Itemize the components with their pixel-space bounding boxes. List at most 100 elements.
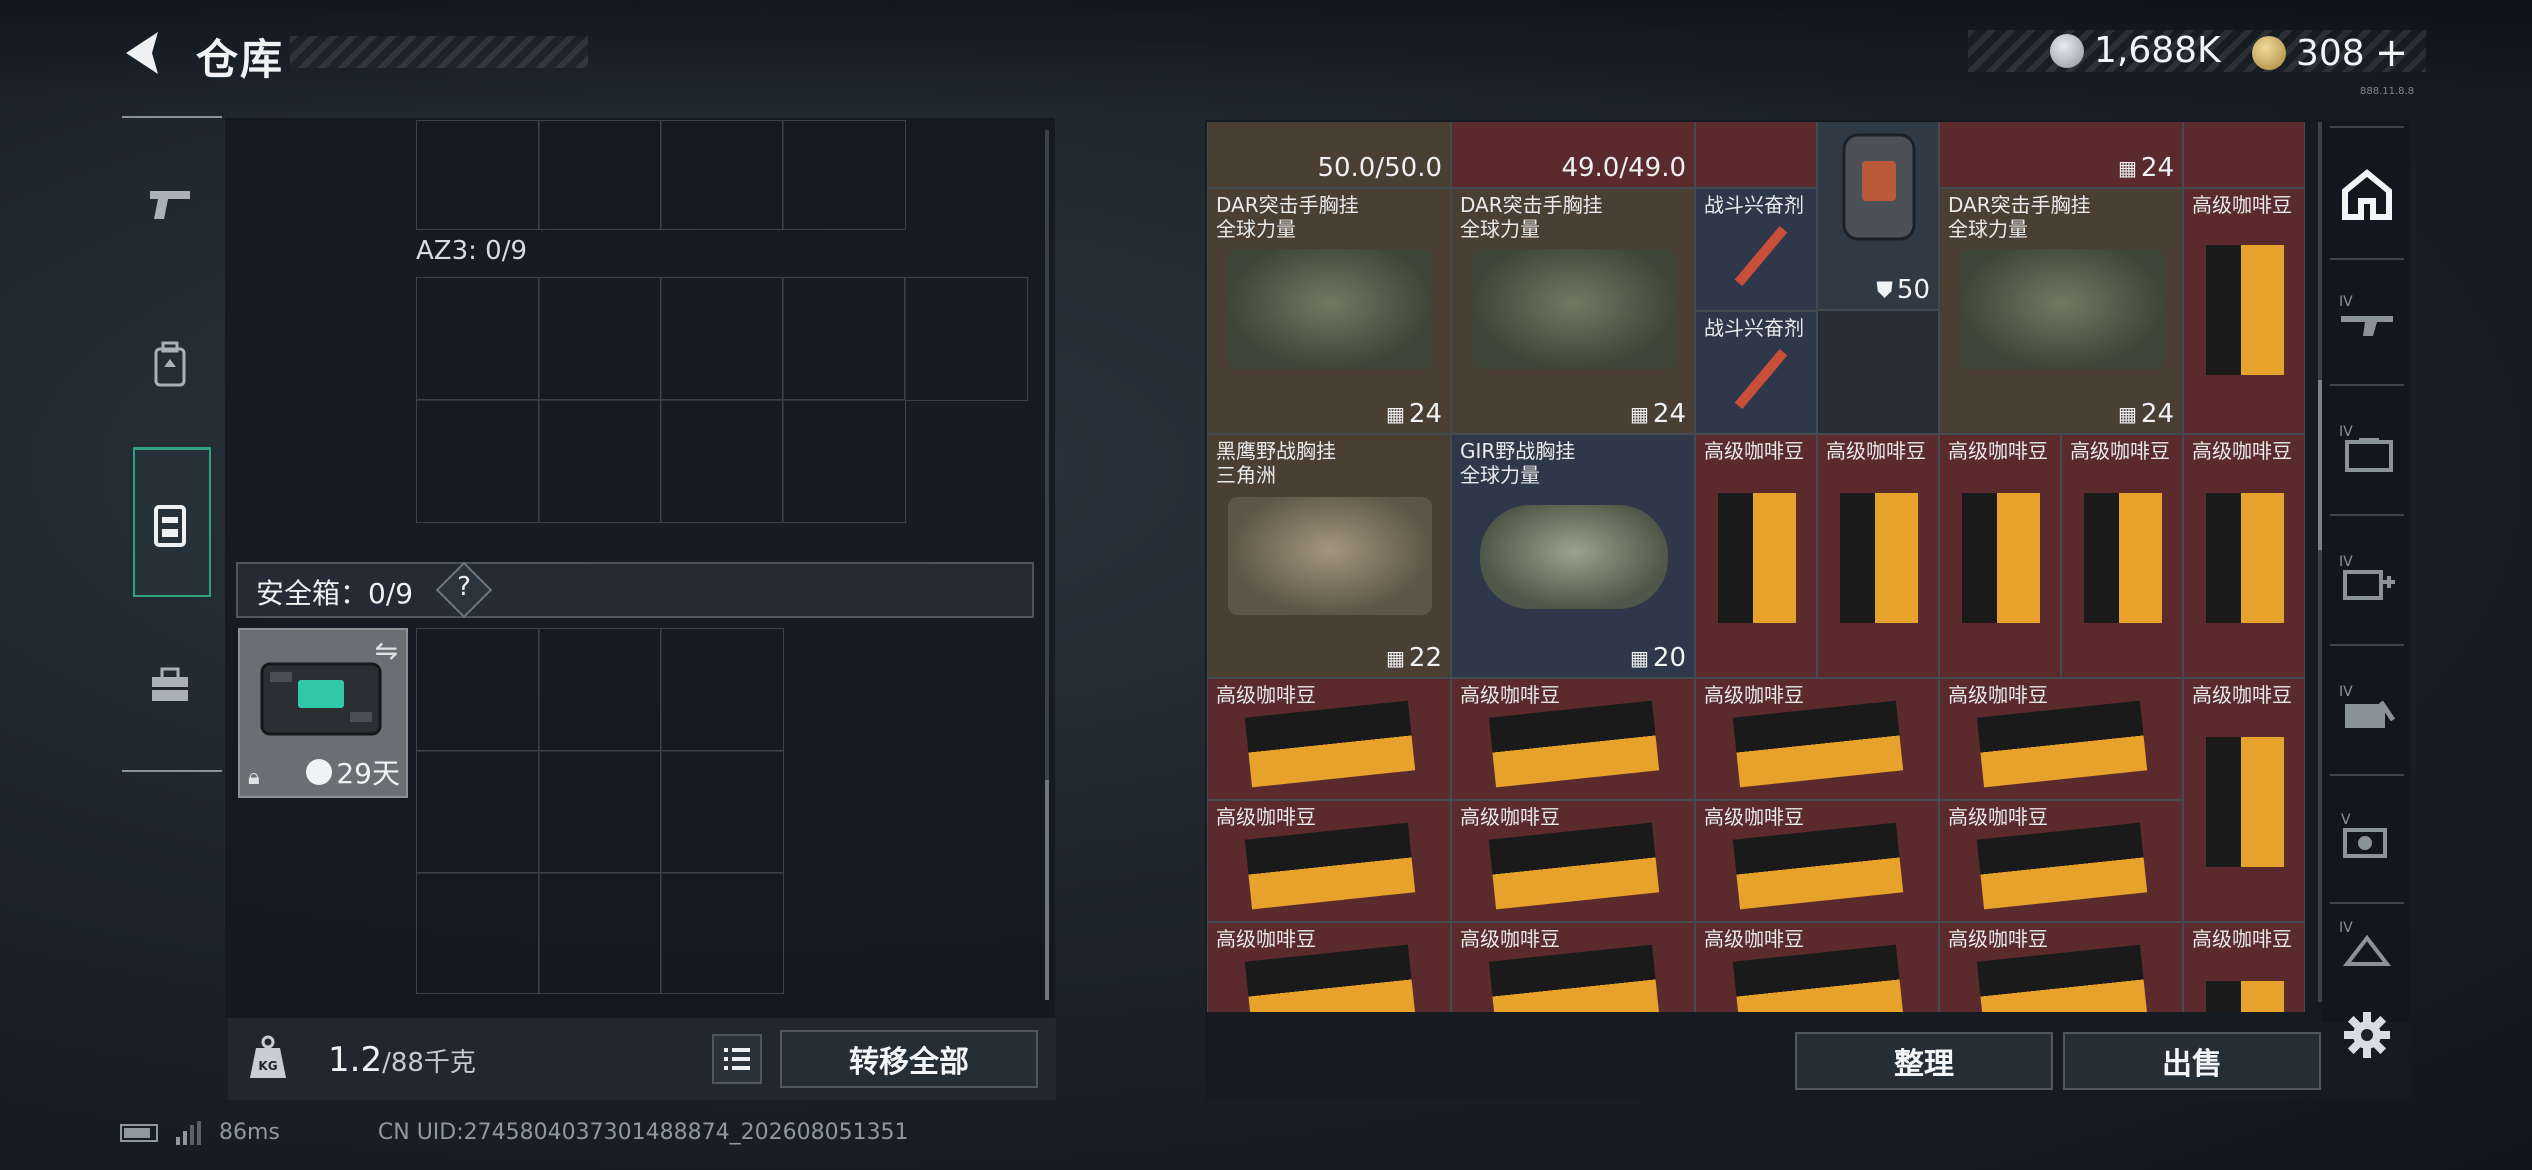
category-backpack[interactable] <box>130 320 210 410</box>
stash-item-partial[interactable]: 49.0/49.0 <box>1451 122 1695 188</box>
grid-slot[interactable] <box>416 750 540 874</box>
filter-tab-medical[interactable]: IV <box>2330 522 2404 632</box>
back-arrow-icon[interactable] <box>118 26 168 80</box>
stash-item-coffee-wide[interactable]: 高级咖啡豆 <box>1939 800 2183 922</box>
grid-slot[interactable] <box>904 277 1028 401</box>
filter-tab-all[interactable] <box>2330 140 2404 250</box>
item-name: 高级咖啡豆 <box>2192 927 2292 951</box>
gold-amount: 308 <box>2296 32 2365 74</box>
stash-item-blackhawk-rig[interactable]: 黑鹰野战胸挂 三角洲 ▦ 22 <box>1207 434 1451 678</box>
organize-button[interactable]: 整理 <box>1795 1032 2053 1090</box>
stash-item-coffee-tall[interactable]: 高级咖啡豆 <box>2183 188 2305 434</box>
grid-slot[interactable] <box>782 277 906 401</box>
stash-item-coffee-wide[interactable]: 高级咖啡豆 <box>1939 922 2183 1012</box>
help-icon[interactable]: ? <box>452 572 476 602</box>
stash-item-partial[interactable]: ▦ 24 <box>1939 122 2183 188</box>
gold-currency[interactable]: 308 + <box>2252 30 2408 76</box>
stash-item-coffee-wide[interactable]: 高级咖啡豆 <box>1451 922 1695 1012</box>
filter-tab-camera[interactable]: V <box>2330 780 2404 890</box>
grid-slot[interactable] <box>538 120 662 230</box>
stash-item-coffee-tall[interactable]: 高级咖啡豆 <box>1939 434 2061 678</box>
stash-item-dar-rig[interactable]: DAR突击手胸挂 全球力量 ▦ 24 <box>1939 188 2183 434</box>
stash-item-coffee-wide[interactable]: 高级咖啡豆 <box>1695 678 1939 800</box>
sell-button[interactable]: 出售 <box>2063 1032 2321 1090</box>
filter-tab-case[interactable]: IV <box>2330 392 2404 502</box>
stash-item-coffee-tall[interactable]: 高级咖啡豆 <box>2183 434 2305 678</box>
filter-tab-rifle[interactable]: IV <box>2330 262 2404 372</box>
category-vest[interactable] <box>130 480 210 570</box>
stash-item-coffee-tall[interactable]: 高级咖啡豆 <box>2183 922 2305 1012</box>
syringe-image <box>1734 225 1788 287</box>
grid-slot[interactable] <box>416 120 540 230</box>
stash-item-coffee-tall[interactable]: 高级咖啡豆 <box>2061 434 2183 678</box>
stash-item-coffee-tall[interactable]: 高级咖啡豆 <box>1817 434 1939 678</box>
grid-slot[interactable] <box>660 399 784 523</box>
add-currency-icon[interactable]: + <box>2375 30 2409 76</box>
stash-item-stim[interactable]: 战斗兴奋剂 <box>1695 188 1817 311</box>
grid-slot[interactable] <box>538 872 662 994</box>
stash-item-coffee-wide[interactable]: 高级咖啡豆 <box>1451 678 1695 800</box>
empty-slot[interactable] <box>1817 310 1939 434</box>
grid-slot[interactable] <box>416 628 540 752</box>
count-value: 24 <box>1652 399 1686 429</box>
grid-slot[interactable] <box>660 872 784 994</box>
grid-slot[interactable] <box>782 399 906 523</box>
grid-slot[interactable] <box>660 750 784 874</box>
grid-slot[interactable] <box>660 628 784 752</box>
weight-grid-icon: ▦ <box>2118 402 2137 426</box>
stash-item-coffee-wide[interactable]: 高级咖啡豆 <box>1695 922 1939 1012</box>
grid-slot[interactable] <box>538 399 662 523</box>
grid-slot[interactable] <box>416 872 540 994</box>
stash-item-coffee-wide[interactable]: 高级咖啡豆 <box>1695 800 1939 922</box>
stash-item-dar-rig[interactable]: DAR突击手胸挂 全球力量 ▦ 24 <box>1207 188 1451 434</box>
swap-icon[interactable]: ⇋ <box>375 634 398 667</box>
coffee-bag-image <box>1976 944 2148 1012</box>
filter-tab-misc[interactable]: IV <box>2330 908 2404 978</box>
grid-slot[interactable] <box>416 399 540 523</box>
gear-icon <box>2344 1012 2390 1058</box>
stash-item-coffee-wide[interactable]: 高级咖啡豆 <box>1207 678 1451 800</box>
filter-rail-divider <box>2330 126 2404 128</box>
grid-slot[interactable] <box>660 277 784 401</box>
loadout-scrollbar-thumb[interactable] <box>1045 780 1049 1000</box>
grid-slot[interactable] <box>538 628 662 752</box>
filter-tab-tools[interactable]: IV <box>2330 652 2404 762</box>
stash-item-rig-partial[interactable]: 50.0/50.0 <box>1207 122 1451 188</box>
stash-item-coffee-wide[interactable]: 高级咖啡豆 <box>1207 922 1451 1012</box>
item-name: 高级咖啡豆 <box>1216 683 1316 707</box>
transfer-all-button[interactable]: 转移全部 <box>780 1030 1038 1088</box>
grid-slot[interactable] <box>782 120 906 230</box>
stash-item-coffee-wide[interactable]: 高级咖啡豆 <box>1207 800 1451 922</box>
category-toolbox[interactable] <box>130 640 210 730</box>
stash-item-armor[interactable]: ⛊ 50 <box>1817 122 1939 310</box>
stash-item-gir-rig[interactable]: GIR野战胸挂 全球力量 ▦ 20 <box>1451 434 1695 678</box>
coffee-bag-image <box>1488 944 1660 1012</box>
medkit-iv-icon: IV <box>2339 554 2395 600</box>
safe-box-item[interactable]: ⇋ 🔒︎ 29天 <box>238 628 408 798</box>
count-value: 24 <box>2140 399 2174 429</box>
stash-item-partial[interactable] <box>2183 122 2305 188</box>
stash-item-coffee-wide[interactable]: 高级咖啡豆 <box>1451 800 1695 922</box>
ping-label: 86ms <box>219 1120 280 1145</box>
count-badge: ▦ 24 <box>2118 399 2174 429</box>
gold-triangle-coin-icon <box>2252 36 2286 70</box>
page-title: 仓库 <box>196 35 285 84</box>
misc-iv-icon: IV <box>2339 920 2392 966</box>
grid-slot[interactable] <box>660 120 784 230</box>
stash-item-coffee-wide[interactable]: 高级咖啡豆 <box>1939 678 2183 800</box>
grid-slot[interactable] <box>416 277 540 401</box>
category-pistol[interactable] <box>130 160 210 250</box>
stash-item-stim[interactable]: 战斗兴奋剂 <box>1695 311 1817 434</box>
filter-rail-divider <box>2330 902 2404 904</box>
stash-item-dar-rig[interactable]: DAR突击手胸挂 全球力量 ▦ 24 <box>1451 188 1695 434</box>
list-view-button[interactable] <box>712 1034 762 1084</box>
stash-item-coffee-tall[interactable]: 高级咖啡豆 <box>1695 434 1817 678</box>
stash-item-coffee-tall[interactable]: 高级咖啡豆 <box>2183 678 2305 922</box>
coffee-bag-image <box>1244 944 1416 1012</box>
item-name: 高级咖啡豆 <box>1704 439 1804 463</box>
settings-button[interactable] <box>2342 1010 2392 1060</box>
coffee-bag-image <box>1976 822 2148 910</box>
stash-item-partial[interactable] <box>1695 122 1817 188</box>
grid-slot[interactable] <box>538 277 662 401</box>
grid-slot[interactable] <box>538 750 662 874</box>
